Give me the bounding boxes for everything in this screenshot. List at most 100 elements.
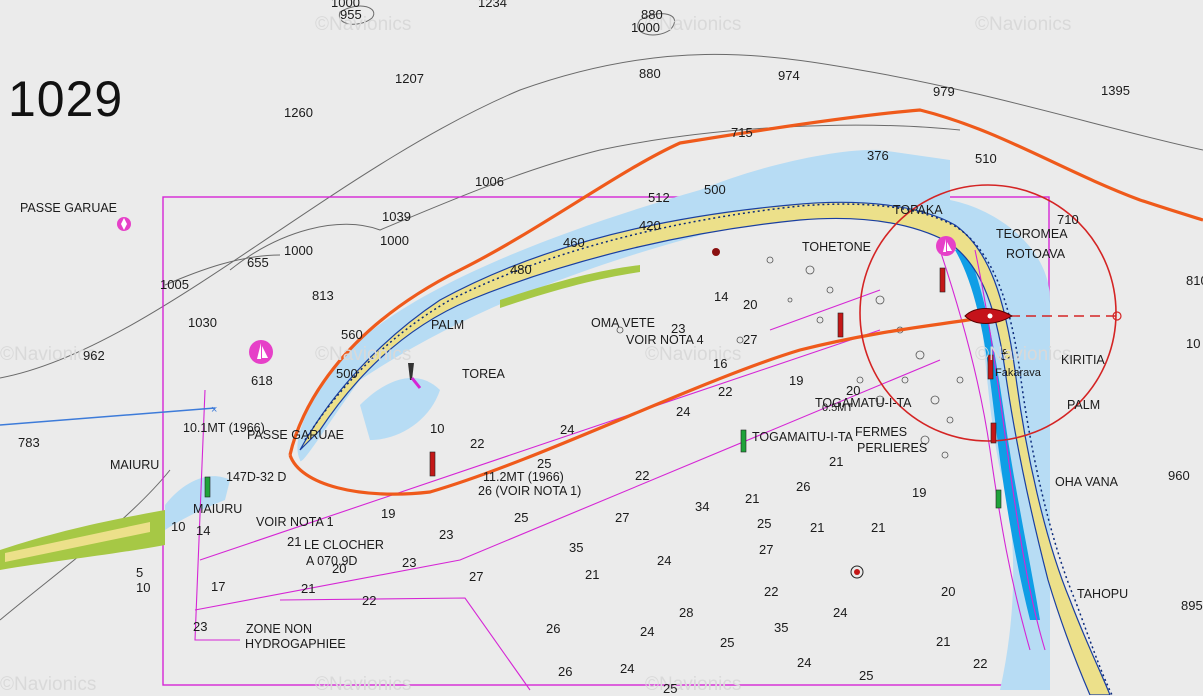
sounding: 500 [336, 366, 358, 381]
sounding: 1234 [478, 0, 507, 10]
label-oma-vete: OMA VETE [591, 316, 655, 330]
label-tohetone: TOHETONE [802, 240, 871, 254]
sounding: 25 [514, 510, 529, 525]
sounding: 22 [362, 593, 377, 608]
label-voir-nota-4: VOIR NOTA 4 [626, 333, 704, 347]
watermark: Navionics [0, 674, 96, 696]
sounding: 783 [18, 435, 40, 450]
chart-number: 1029 [8, 71, 124, 127]
sounding: 22 [635, 468, 650, 483]
sounding: 1039 [382, 209, 411, 224]
sounding: 1030 [188, 315, 217, 330]
label-light-112: 11.2MT (1966) [483, 470, 564, 484]
sounding: 19 [381, 506, 396, 521]
label-light-147: 147D-32 D [226, 470, 287, 484]
sounding: 895 [1181, 598, 1203, 613]
label-passe-garuae: PASSE GARUAE [20, 201, 118, 215]
sounding: 20 [743, 297, 758, 312]
sounding: 23 [193, 619, 208, 634]
sounding: 27 [759, 542, 774, 557]
sounding: 21 [936, 634, 951, 649]
sounding: 1000 [331, 0, 360, 10]
label-light-101: 10.1MT (1966) [183, 421, 265, 435]
sounding: 23 [671, 321, 686, 336]
sounding: 28 [679, 605, 694, 620]
watermark: Navionics [315, 674, 411, 696]
sounding: 17 [211, 579, 226, 594]
sounding: 715 [731, 125, 753, 140]
sounding: 35 [569, 540, 584, 555]
label-fermes: FERMES [855, 425, 908, 439]
sounding: 10 [1186, 336, 1201, 351]
label-ohavana: OHA VANA [1055, 475, 1118, 489]
sounding: 19 [912, 485, 927, 500]
marina-icon[interactable] [249, 340, 273, 364]
sounding: 618 [251, 373, 273, 388]
sounding: 21 [810, 520, 825, 535]
label-voir-nota-1-paren: 26 (VOIR NOTA 1) [478, 484, 582, 498]
sounding: 10 [430, 421, 445, 436]
rock-icon[interactable] [712, 248, 720, 256]
sounding: 14 [196, 523, 211, 538]
sounding: 26 [796, 479, 811, 494]
sounding: 25 [859, 668, 874, 683]
sounding: 22 [470, 436, 485, 451]
sounding: 24 [657, 553, 672, 568]
sounding: 22 [718, 384, 733, 399]
sounding: 27 [615, 510, 630, 525]
sounding: 21 [287, 534, 302, 549]
sounding: 1005 [160, 277, 189, 292]
watermark: Navionics [315, 14, 411, 36]
sounding: 16 [713, 356, 728, 371]
label-kiritia: KIRITIA [1061, 353, 1105, 367]
wreck-icon[interactable] [850, 565, 864, 579]
sounding: 25 [757, 516, 772, 531]
sounding: 35 [774, 620, 789, 635]
sounding: 10 [171, 519, 186, 534]
sounding: 23 [402, 555, 417, 570]
sounding: 23 [439, 527, 454, 542]
track-end-icon: × [211, 404, 217, 416]
sounding: 10 [136, 580, 151, 595]
sounding: 21 [585, 567, 600, 582]
sounding: 27 [469, 569, 484, 584]
label-maiuru-islet: MAIURU [193, 502, 243, 516]
watermark: Navionics [0, 344, 96, 366]
sounding: 26 [558, 664, 573, 679]
label-hydrographiee: HYDROGAPHIEE [245, 637, 346, 651]
watermark: Navionics [975, 344, 1071, 366]
sounding: 500 [704, 182, 726, 197]
sounding: 25 [537, 456, 552, 471]
sounding: 420 [639, 218, 661, 233]
sounding: 512 [648, 190, 670, 205]
label-palm-east: PALM [1067, 398, 1101, 412]
label-perlieres: PERLIERES [857, 441, 928, 455]
info-icon[interactable] [117, 217, 131, 231]
label-torea: TOREA [462, 367, 505, 381]
sounding: 655 [247, 255, 269, 270]
sounding: 14 [714, 289, 729, 304]
marina-icon-east[interactable] [936, 236, 956, 256]
sounding: 24 [833, 605, 848, 620]
sounding: 22 [973, 656, 988, 671]
sounding: 21 [301, 581, 316, 596]
sounding: 960 [1168, 468, 1190, 483]
label-le-clocher: LE CLOCHER [304, 538, 384, 552]
sounding: 21 [871, 520, 886, 535]
sounding: 21 [829, 454, 844, 469]
label-fakarava: Fakarava [995, 367, 1041, 379]
sounding: 24 [797, 655, 812, 670]
sounding: 22 [764, 584, 779, 599]
sounding: 1006 [475, 174, 504, 189]
watermark: Navionics [315, 344, 411, 366]
sounding: 1000 [284, 243, 313, 258]
sounding: 710 [1057, 212, 1079, 227]
sounding: 979 [933, 84, 955, 99]
sounding: 25 [663, 681, 678, 696]
label-05mt: 0.5MT [822, 402, 854, 414]
sounding: 20 [332, 561, 347, 576]
sounding: 1000 [631, 20, 660, 35]
sounding: 19 [789, 373, 804, 388]
watermark: Navionics [645, 674, 741, 696]
nautical-chart[interactable]: × ⚓ 1029 © Navionics © Navionics © Navio… [0, 0, 1203, 695]
